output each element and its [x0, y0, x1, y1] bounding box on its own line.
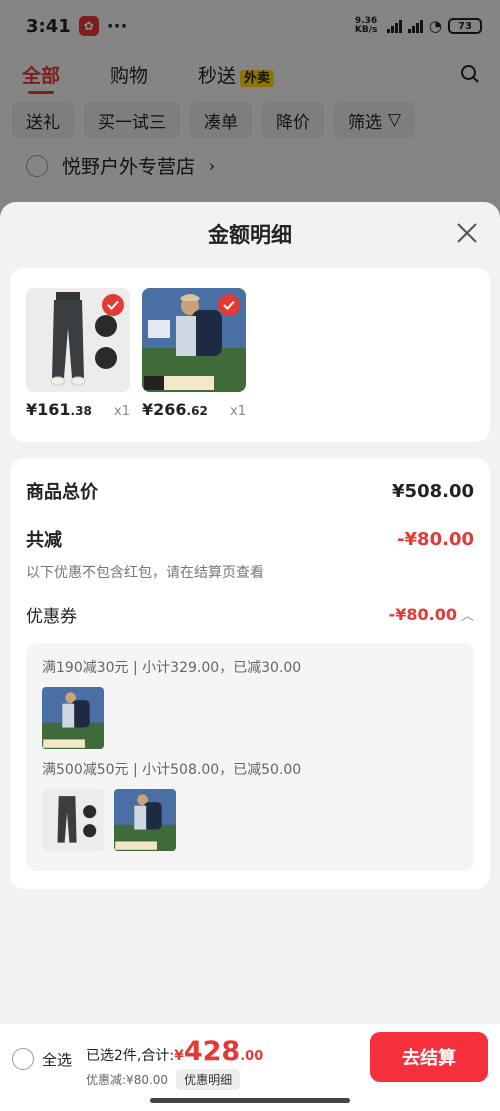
coupon-rule: 满500减50元 | 小计508.00，已减50.00 — [42, 762, 302, 778]
coupon-rule: 满190减30元 | 小计329.00，已减30.00 — [42, 660, 302, 676]
coupon-row[interactable]: 优惠券 -¥80.00 ︿ — [26, 602, 474, 627]
product-item[interactable]: ¥161.38 x1 — [26, 288, 130, 422]
price-int: 161 — [37, 400, 71, 419]
coupon-details: 满190减30元 | 小计329.00，已减30.00 满500减50元 | 小… — [26, 643, 474, 871]
total-currency: ¥ — [174, 1048, 184, 1064]
product-price: ¥266.62 — [142, 400, 208, 419]
product-list: ¥161.38 x1 ¥266.62 x1 — [10, 268, 490, 442]
select-all-checkbox[interactable] — [12, 1048, 34, 1070]
select-all-label: 全选 — [42, 1050, 73, 1069]
discount-note: 以下优惠不包含红包，请在结算页查看 — [26, 565, 264, 581]
select-all[interactable]: 全选 — [12, 1048, 72, 1070]
selected-text: 已选2件,合计: — [86, 1048, 175, 1064]
product-qty: x1 — [114, 404, 130, 419]
close-icon[interactable] — [456, 222, 478, 244]
product-image-backpack — [142, 288, 246, 392]
product-price: ¥161.38 — [26, 400, 92, 419]
total-value: ¥508.00 — [392, 480, 474, 502]
product-item[interactable]: ¥266.62 x1 — [142, 288, 246, 422]
price-summary: 商品总价 ¥508.00 共减 -¥80.00 以下优惠不包含红包，请在结算页查… — [10, 458, 490, 889]
price-dec: .38 — [70, 404, 92, 418]
discount-value: -¥80.00 — [397, 528, 474, 550]
discount-label: 共减 — [26, 530, 62, 551]
check-icon — [218, 294, 240, 316]
total-amount: 428 — [183, 1036, 241, 1067]
price-int: 266 — [153, 400, 187, 419]
product-qty: x1 — [230, 404, 246, 419]
discount-summary: 优惠减:¥80.00 — [86, 1073, 169, 1087]
coupon-product-thumb-pants — [42, 789, 104, 851]
sheet-title: 金额明细 — [208, 223, 292, 247]
coupon-value: -¥80.00 — [388, 605, 457, 624]
check-icon — [102, 294, 124, 316]
coupon-product-thumb-backpack — [42, 687, 104, 749]
amount-detail-sheet: 金额明细 ¥161.38 x1 ¥266.62 x1 商品总价 ¥508.00 … — [0, 202, 500, 1111]
coupon-product-thumb-backpack — [114, 789, 176, 851]
coupon-label: 优惠券 — [26, 607, 77, 627]
product-image-pants — [26, 288, 130, 392]
price-dec: .62 — [186, 404, 208, 418]
home-indicator — [150, 1098, 350, 1103]
total-decimal: .00 — [240, 1049, 264, 1064]
total-label: 商品总价 — [26, 482, 98, 503]
discount-detail-button[interactable]: 优惠明细 — [176, 1069, 241, 1090]
checkout-button[interactable]: 去结算 — [370, 1032, 488, 1082]
chevron-up-icon: ︿ — [460, 609, 474, 624]
